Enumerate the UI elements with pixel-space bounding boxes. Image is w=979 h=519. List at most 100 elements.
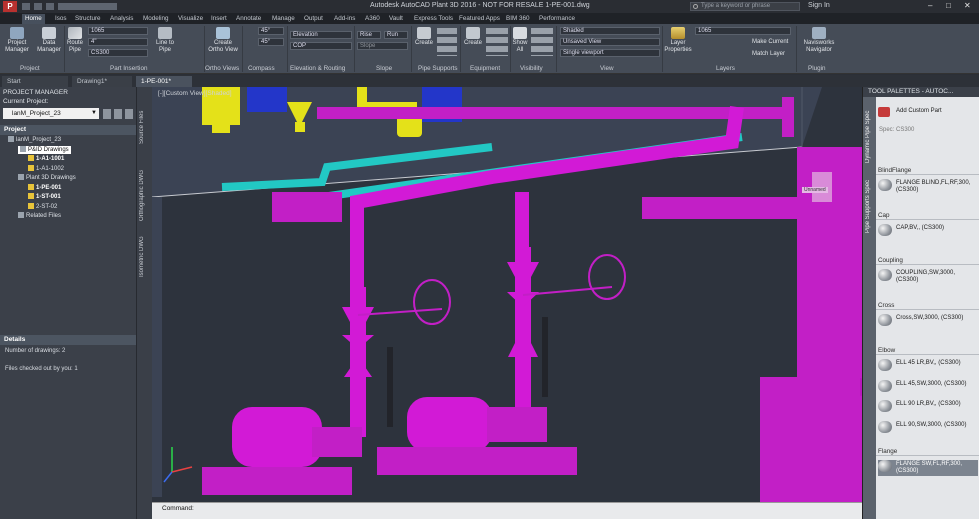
group-label-layers: Layers [716, 65, 735, 72]
project-manager-button[interactable]: Project Manager [2, 27, 32, 54]
route-pipe-button[interactable]: Route Pipe [64, 27, 86, 54]
cop-combo[interactable]: COP [290, 42, 352, 50]
tab-a360[interactable]: A360 [362, 14, 383, 24]
data-manager-button[interactable]: Data Manager [34, 27, 64, 54]
tab-performance[interactable]: Performance [536, 14, 578, 24]
tree-item[interactable]: 1-A1-1001 [28, 155, 64, 163]
tree-item[interactable]: Related Files [18, 212, 61, 220]
compass-snap-combo[interactable]: 45° [258, 38, 284, 46]
tree-item[interactable]: Plant 3D Drawings [18, 174, 76, 182]
palette-category[interactable]: Elbow [876, 346, 979, 355]
match-layer-button[interactable]: Match Layer [752, 51, 785, 58]
tree-item[interactable]: 1-PE-001 [28, 183, 61, 192]
tab-analysis[interactable]: Analysis [107, 14, 136, 24]
compass-angle-combo[interactable]: 45° [258, 27, 284, 35]
run-input[interactable]: Run [384, 31, 408, 39]
nominal-size-combo[interactable]: 4" [88, 38, 148, 46]
command-line[interactable]: Command: [152, 502, 862, 519]
tab-featured-apps[interactable]: Featured Apps [456, 14, 503, 24]
palette-part-item[interactable]: CAP,BV,, (CS300) [878, 224, 978, 240]
side-tab-source-files[interactable]: Source Files [139, 107, 150, 147]
viewport-controls-label[interactable]: [-][Custom View][Shaded] [158, 90, 232, 97]
doc-tab-drawing1[interactable]: Drawing1* [72, 76, 132, 87]
tree-item[interactable]: P&ID Drawings [18, 145, 71, 154]
make-current-button[interactable]: Make Current [752, 39, 788, 46]
project-manager-panel: PROJECT MANAGER Current Project: lanM_Pr… [0, 87, 137, 519]
drawing-icon [28, 193, 34, 199]
add-part-icon [878, 107, 890, 117]
palette-category[interactable]: Flange [876, 447, 979, 456]
ribbon-separator [242, 26, 243, 72]
show-all-button[interactable]: Show All [511, 27, 529, 54]
tab-insert[interactable]: Insert [208, 14, 230, 24]
doc-tab-start[interactable]: Start [2, 76, 68, 87]
palette-part-item[interactable]: FLANGE SW,FL,RF,300, (CS300) [878, 460, 978, 476]
tab-modeling[interactable]: Modeling [140, 14, 172, 24]
current-project-combo[interactable]: lanM_Project_23 ▼ [3, 108, 99, 119]
create-ortho-view-button[interactable]: Create Ortho View [206, 27, 240, 54]
elevation-input[interactable]: Elevation [290, 31, 352, 39]
add-custom-part-button[interactable]: Add Custom Part [878, 107, 978, 119]
search-input[interactable]: Type a keyword or phrase [690, 2, 800, 11]
create-pipe-support-button[interactable]: Create [413, 27, 435, 47]
tree-item[interactable]: lanM_Project_23 [8, 136, 61, 144]
tab-add-ins[interactable]: Add-ins [331, 14, 358, 24]
tab-visualize[interactable]: Visualize [175, 14, 206, 24]
visibility-tools[interactable] [531, 28, 553, 56]
layer-properties-button[interactable]: Layer Properties [664, 27, 692, 54]
tab-annotate[interactable]: Annotate [233, 14, 264, 24]
side-tab-dynamic-pipe-spec[interactable]: Dynamic Pipe Spec [865, 107, 876, 167]
tree-item[interactable]: 2-ST-02 [28, 202, 57, 211]
slope-input[interactable]: Slope [357, 42, 408, 50]
palette-part-item[interactable]: ELL 90,SW,3000, (CS300) [878, 420, 978, 437]
ribbon-separator [411, 26, 412, 72]
palette-category[interactable]: Cross [876, 301, 979, 310]
project-toolbar[interactable] [103, 109, 133, 119]
maximize-icon[interactable]: □ [946, 1, 951, 10]
quick-access-toolbar[interactable] [22, 3, 117, 10]
tab-express-tools[interactable]: Express Tools [411, 14, 456, 24]
palette-category[interactable]: Cap [876, 211, 979, 220]
spec-combo[interactable]: CS300 [88, 49, 148, 57]
model-viewport[interactable]: [-][Custom View][Shaded] Unnamed [152, 87, 862, 502]
sign-in-button[interactable]: Sign In [808, 2, 830, 9]
side-tab-orthographic-dwg[interactable]: Orthographic DWG [139, 165, 150, 225]
navisworks-navigator-button[interactable]: Navisworks Navigator [800, 27, 838, 54]
palette-part-item[interactable]: ELL 90 LR,BV,, (CS300) [878, 400, 978, 416]
viewport-combo[interactable]: Single viewport [560, 49, 660, 57]
close-icon[interactable]: ✕ [964, 1, 971, 10]
named-view-combo[interactable]: Unsaved View [560, 38, 660, 46]
line-to-pipe-button[interactable]: Line to Pipe [152, 27, 178, 54]
tab-vault[interactable]: Vault [386, 14, 406, 24]
pipe-support-tools[interactable] [437, 28, 457, 56]
tab-isos[interactable]: Isos [52, 14, 70, 24]
palette-category[interactable]: Coupling [876, 256, 979, 265]
rise-input[interactable]: Rise [357, 31, 381, 39]
visual-style-combo[interactable]: Shaded [560, 27, 660, 35]
palette-part-item[interactable]: ELL 45 LR,BV,, (CS300) [878, 359, 978, 375]
tab-home[interactable]: Home [22, 14, 45, 24]
tab-bim-360[interactable]: BIM 360 [503, 14, 532, 24]
app-logo-icon[interactable]: P [3, 1, 17, 12]
viewcube-label[interactable]: Unnamed [802, 187, 828, 193]
size-combo[interactable]: 1065 [88, 27, 148, 35]
palette-category[interactable]: BlindFlange [876, 166, 979, 175]
palette-part-item[interactable]: Cross,SW,3000, (CS300) [878, 314, 978, 330]
tab-structure[interactable]: Structure [72, 14, 104, 24]
equipment-tools[interactable] [486, 28, 508, 56]
pipe-part-icon [878, 460, 892, 472]
side-tab-isometric-dwg[interactable]: Isometric DWG [139, 233, 150, 281]
layer-combo[interactable]: 1065 [695, 27, 791, 35]
side-tab-pipe-supports-spec[interactable]: Pipe Supports Spec [865, 177, 876, 235]
tree-item[interactable]: 1-A1-1002 [28, 164, 64, 173]
details-checked-out: Files checked out by you: 1 [5, 366, 78, 372]
create-equipment-button[interactable]: Create [462, 27, 484, 47]
minimize-icon[interactable]: – [928, 1, 932, 10]
tab-output[interactable]: Output [301, 14, 326, 24]
tab-manage[interactable]: Manage [269, 14, 298, 24]
tree-item[interactable]: 1-ST-001 [28, 193, 61, 201]
palette-part-item[interactable]: FLANGE BLIND,FL,RF,300, (CS300) [878, 179, 978, 195]
palette-part-item[interactable]: ELL 45,SW,3000, (CS300) [878, 379, 978, 396]
palette-part-item[interactable]: COUPLING,SW,3000, (CS300) [878, 269, 978, 285]
doc-tab-1-pe-001[interactable]: 1-PE-001* [136, 76, 192, 87]
